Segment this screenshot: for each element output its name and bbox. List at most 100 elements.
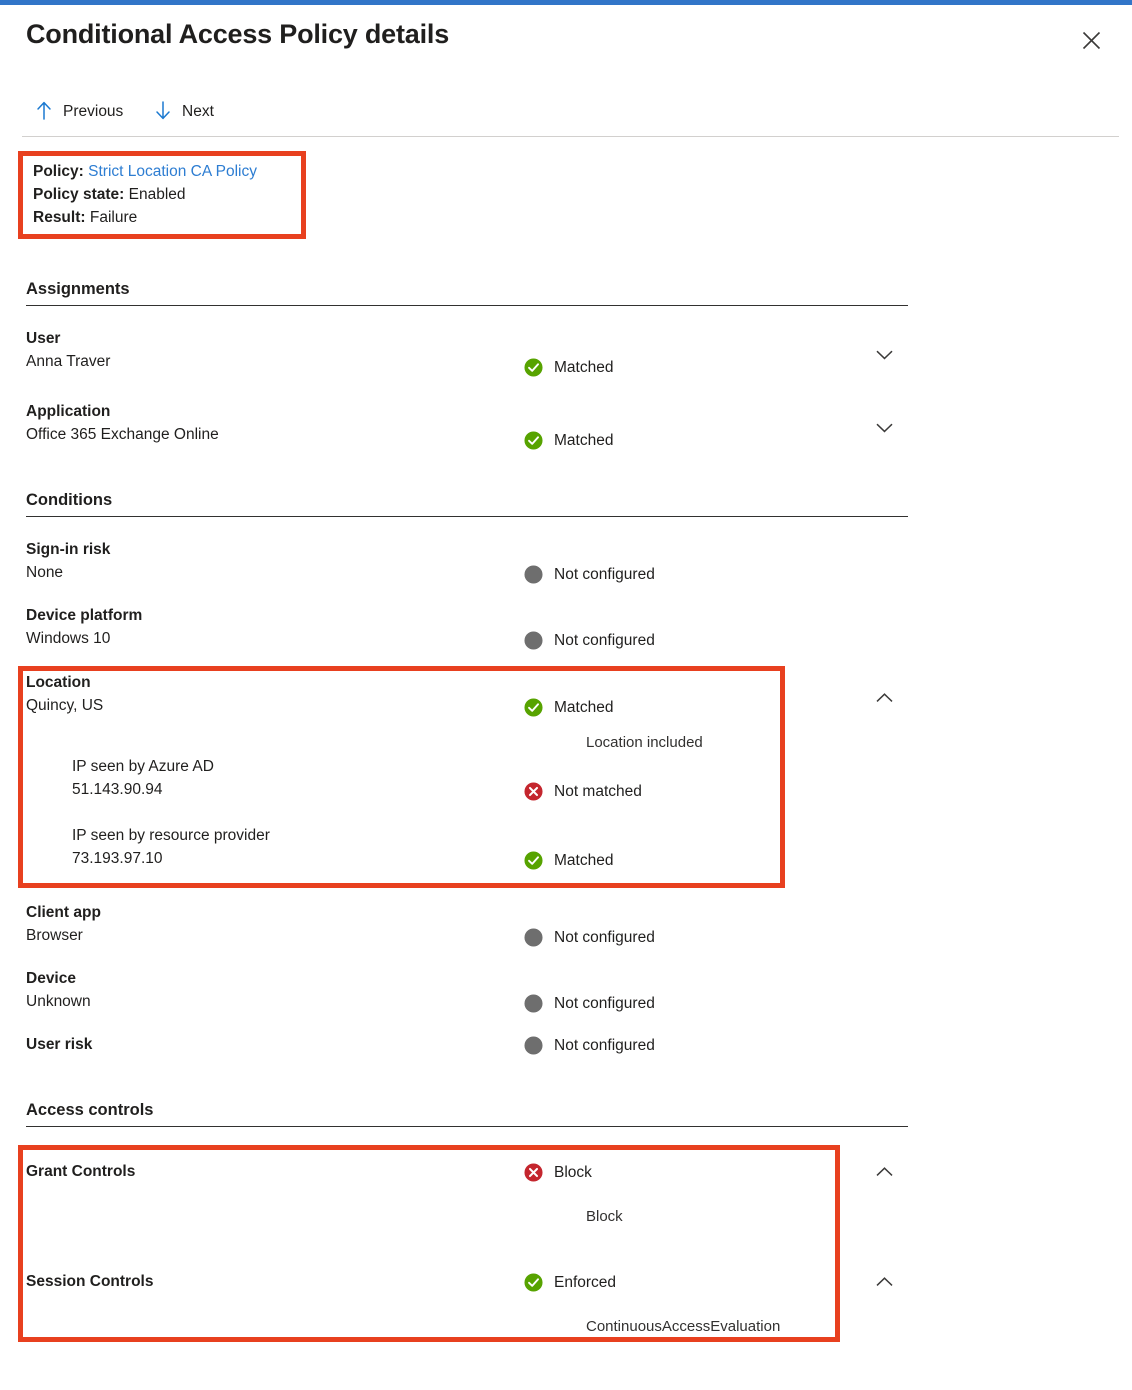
gray-circle-icon [524,631,543,650]
policy-result-value: Failure [90,209,137,226]
policy-result-key-label: Result: [33,209,86,226]
row-value: None [26,564,63,582]
command-bar-divider [22,136,1119,137]
row-status-label: Matched [554,359,613,377]
assignment-row-application: Application Office 365 Exchange Online M… [0,403,1132,404]
row-status: Matched [524,431,613,450]
row-value: Browser [26,927,83,945]
row-status-label: Enforced [554,1274,616,1292]
section-title: Conditions [26,491,908,516]
row-label: Client app [26,904,101,922]
section-rule [26,305,908,306]
chevron-up-icon[interactable] [871,1272,897,1292]
row-status-label: Not configured [554,1037,655,1055]
policy-state-line: Policy state: Enabled [33,183,301,206]
row-status: Not configured [524,928,655,947]
row-label: Device platform [26,607,142,625]
condition-subrow-ip-resource-provider: IP seen by resource provider 73.193.97.1… [0,827,1132,828]
page-title: Conditional Access Policy details [26,19,449,50]
condition-subrow-ip-azure-ad: IP seen by Azure AD 51.143.90.94 Not mat… [0,758,1132,759]
arrow-up-icon [36,101,52,124]
arrow-down-icon [155,101,171,124]
row-status-label: Matched [554,432,613,450]
previous-button[interactable]: Previous [36,92,123,132]
row-status: Matched [524,698,613,717]
row-detail-text: Location included [586,734,703,751]
chevron-up-icon[interactable] [871,688,897,708]
check-circle-icon [524,431,543,450]
row-status: Not configured [524,994,655,1013]
subrow-status-label: Matched [554,852,613,870]
condition-row-location: Location Quincy, US Matched Location inc… [0,674,1132,675]
subrow-value: 73.193.97.10 [72,850,163,868]
row-value: Office 365 Exchange Online [26,426,219,444]
access-control-row-session: Session Controls Enforced ContinuousAcce… [0,1273,1132,1274]
policy-summary-highlight: Policy: Strict Location CA Policy Policy… [18,151,306,239]
row-status-label: Matched [554,699,613,717]
row-status: Not configured [524,565,655,584]
subrow-status: Not matched [524,782,642,801]
row-status: Not configured [524,1036,655,1055]
section-title: Access controls [26,1101,908,1126]
next-button[interactable]: Next [155,92,214,132]
section-rule [26,1126,908,1127]
gray-circle-icon [524,928,543,947]
subrow-label: IP seen by Azure AD [72,758,214,776]
row-status-label: Not configured [554,929,655,947]
condition-row-user-risk: User risk Not configured [0,1036,1132,1037]
gray-circle-icon [524,565,543,584]
subrow-value: 51.143.90.94 [72,781,163,799]
close-icon[interactable] [1074,23,1108,57]
row-status: Block [524,1163,592,1182]
access-controls-highlight-box [18,1145,840,1342]
error-circle-icon [524,1163,543,1182]
gray-circle-icon [524,1036,543,1055]
panel-header: Conditional Access Policy details [0,5,1132,75]
condition-row-device: Device Unknown Not configured [0,970,1132,971]
row-label: Location [26,674,91,692]
row-status-label: Not configured [554,995,655,1013]
chevron-up-icon[interactable] [871,1162,897,1182]
row-label: User risk [26,1036,92,1054]
section-header-access-controls: Access controls [26,1101,908,1127]
condition-row-device-platform: Device platform Windows 10 Not configure… [0,607,1132,608]
row-label: User [26,330,60,348]
check-circle-icon [524,1273,543,1292]
subrow-status-label: Not matched [554,783,642,801]
section-rule [26,516,908,517]
row-status: Not configured [524,631,655,650]
previous-label: Previous [63,103,123,121]
row-value: Windows 10 [26,630,110,648]
policy-name-link[interactable]: Strict Location CA Policy [88,163,257,180]
next-label: Next [182,103,214,121]
chevron-down-icon[interactable] [871,345,897,365]
row-value: Unknown [26,993,91,1011]
assignment-row-user: User Anna Traver Matched [0,330,1132,331]
subrow-label: IP seen by resource provider [72,827,270,845]
command-bar: Previous Next [0,92,1132,136]
condition-row-sign-in-risk: Sign-in risk None Not configured [0,541,1132,542]
row-label: Sign-in risk [26,541,110,559]
check-circle-icon [524,358,543,377]
row-label: Application [26,403,110,421]
section-title: Assignments [26,280,908,305]
policy-state-value: Enabled [129,186,186,203]
row-status: Enforced [524,1273,616,1292]
policy-state-key-label: Policy state: [33,186,124,203]
row-detail-text: ContinuousAccessEvaluation [586,1318,780,1335]
gray-circle-icon [524,994,543,1013]
subrow-status: Matched [524,851,613,870]
chevron-down-icon[interactable] [871,418,897,438]
section-header-assignments: Assignments [26,280,908,306]
section-header-conditions: Conditions [26,491,908,517]
access-control-row-grant: Grant Controls Block Block [0,1163,1132,1164]
condition-row-client-app: Client app Browser Not configured [0,904,1132,905]
row-status-label: Not configured [554,632,655,650]
row-status: Matched [524,358,613,377]
row-label: Device [26,970,76,988]
policy-result-line: Result: Failure [33,206,301,229]
policy-name-line: Policy: Strict Location CA Policy [33,160,301,183]
row-value: Quincy, US [26,697,103,715]
row-value: Anna Traver [26,353,110,371]
error-circle-icon [524,782,543,801]
